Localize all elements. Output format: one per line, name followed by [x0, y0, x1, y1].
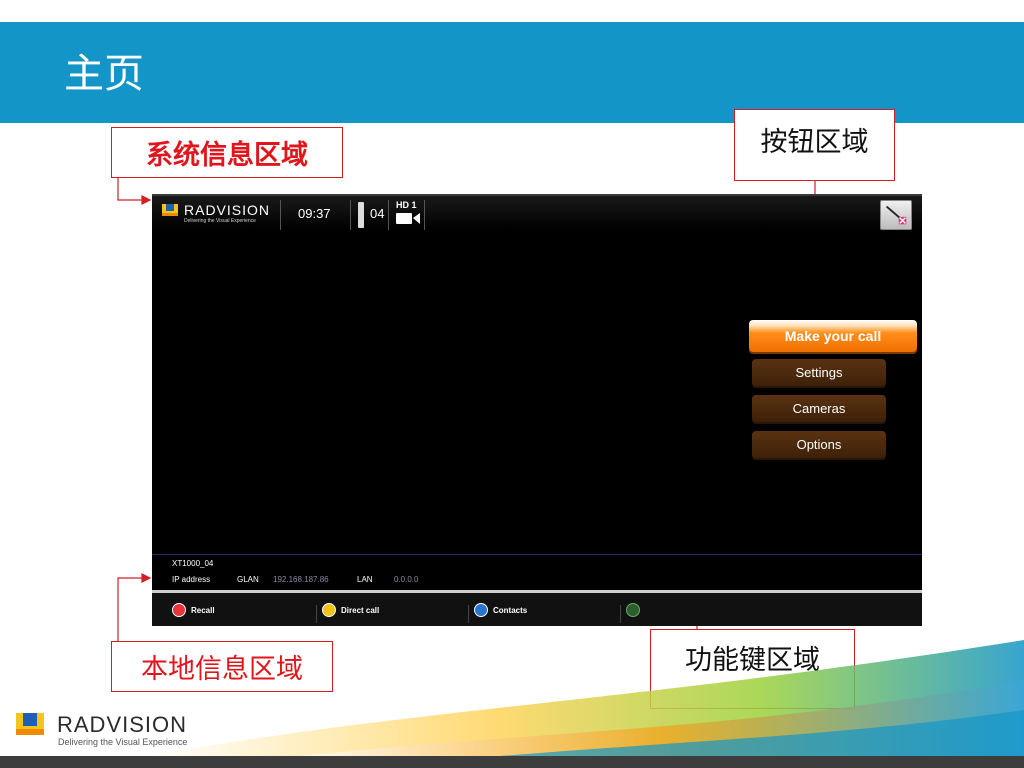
system-info-bar: RADVISION Delivering the Visual Experien… [152, 194, 922, 230]
direct-call-label: Direct call [341, 605, 380, 615]
ip-address-label: IP address [172, 575, 211, 584]
options-button[interactable]: Options [752, 431, 886, 458]
glan-label: GLAN [237, 575, 259, 584]
radvision-logo-icon [162, 204, 178, 216]
device-logo-tagline: Delivering the Visual Experience [184, 218, 256, 224]
camera-icon [396, 213, 420, 224]
local-info-area: XT1000_04 IP address GLAN 192.168.187.86… [152, 554, 922, 591]
footer-logo-tagline: Delivering the Visual Experience [58, 737, 188, 747]
footer-strip [0, 756, 1024, 768]
footer-logo-word: RADVISION [57, 712, 188, 737]
lan-value: 0.0.0.0 [394, 575, 419, 584]
glan-value: 192.168.187.86 [273, 575, 329, 584]
contacts-key[interactable]: Contacts [474, 602, 527, 618]
settings-button[interactable]: Settings [752, 359, 886, 386]
device-name: XT1000_04 [172, 559, 214, 568]
clock: 09:37 [298, 206, 331, 221]
direct-call-icon [322, 603, 336, 617]
exit-icon [886, 205, 907, 225]
recall-key[interactable]: Recall [172, 602, 215, 618]
hd-label: HD 1 [396, 200, 417, 210]
more-key[interactable] [626, 602, 645, 618]
channel-number: 04 [370, 206, 385, 221]
signal-icon [358, 202, 364, 228]
recall-icon [172, 603, 186, 617]
lan-label: LAN [357, 575, 373, 584]
cameras-button[interactable]: Cameras [752, 395, 886, 422]
recall-label: Recall [191, 605, 215, 615]
make-call-button[interactable]: Make your call [749, 320, 917, 352]
exit-button[interactable] [880, 200, 912, 230]
direct-call-key[interactable]: Direct call [322, 602, 379, 618]
contacts-label: Contacts [493, 605, 528, 615]
contacts-icon [474, 603, 488, 617]
device-screen: RADVISION Delivering the Visual Experien… [152, 194, 922, 626]
radvision-footer-logo-icon [16, 713, 44, 735]
more-icon [626, 603, 640, 617]
device-logo-word: RADVISION [184, 202, 271, 218]
function-key-bar: Recall Direct call Contacts [152, 590, 922, 626]
